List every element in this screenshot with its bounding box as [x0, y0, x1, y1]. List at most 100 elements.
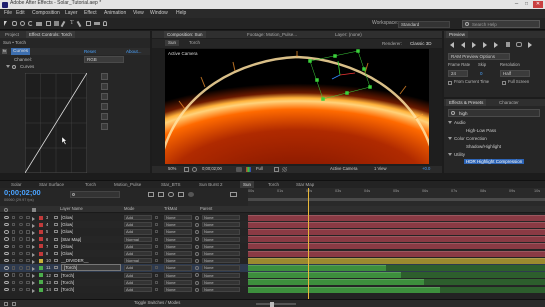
comp-tab-star-surface[interactable]: Star Surface: [36, 181, 67, 188]
shape-tool-icon[interactable]: [54, 21, 59, 26]
shy-icon[interactable]: [168, 192, 174, 197]
layer-twirl-icon[interactable]: [32, 238, 35, 243]
audio-icon[interactable]: [12, 266, 15, 270]
layer-mode-dropdown[interactable]: Add: [124, 215, 152, 221]
menu-animation[interactable]: Animation: [104, 9, 126, 18]
layer-parent-dropdown[interactable]: None: [202, 287, 240, 293]
lock-icon[interactable]: [26, 280, 30, 285]
pick-whip-icon[interactable]: [195, 244, 199, 249]
layer-trkmat-dropdown[interactable]: None: [164, 287, 192, 293]
zoom-dropdown[interactable]: 50%: [168, 166, 176, 172]
loop-icon[interactable]: [516, 42, 522, 47]
layer-duration-bar[interactable]: [248, 279, 424, 286]
eraser-tool-icon[interactable]: [94, 22, 100, 25]
comp-mini-flowchart-icon[interactable]: [148, 192, 154, 197]
solo-icon[interactable]: [19, 222, 23, 227]
prev-frame-icon[interactable]: [461, 42, 465, 48]
layer-parent-dropdown[interactable]: None: [202, 265, 240, 271]
pick-whip-icon[interactable]: [195, 273, 199, 278]
layer-parent-dropdown[interactable]: None: [202, 258, 240, 264]
audio-icon[interactable]: [12, 258, 15, 263]
layer-trkmat-dropdown[interactable]: None: [164, 265, 192, 271]
solo-icon[interactable]: [19, 215, 23, 220]
pick-whip-icon[interactable]: [195, 237, 199, 242]
reset-link[interactable]: Reset: [84, 49, 96, 54]
lock-icon[interactable]: [26, 266, 30, 270]
layer-duration-bar-tail[interactable]: [386, 264, 545, 272]
close-button[interactable]: ✕: [533, 1, 543, 8]
layer-parent-dropdown[interactable]: None: [202, 222, 240, 228]
tab-composition[interactable]: Composition: Sun: [164, 31, 206, 38]
comp-tab-sun[interactable]: Sun: [240, 181, 255, 188]
lock-icon[interactable]: [26, 230, 30, 234]
play-icon[interactable]: [472, 42, 476, 48]
show-channel-icon[interactable]: [246, 167, 251, 172]
layer-row[interactable]: 11 [Torch] Add None None: [0, 264, 545, 272]
pen-tool-icon[interactable]: [60, 20, 66, 28]
pick-whip-icon[interactable]: [195, 215, 199, 220]
menu-effect[interactable]: Effect: [84, 9, 97, 18]
layer-mode-dropdown[interactable]: Add: [124, 265, 152, 271]
about-link[interactable]: About...: [126, 49, 142, 54]
views-dropdown[interactable]: 1 View: [374, 166, 387, 172]
col-layer-name[interactable]: Layer Name: [60, 206, 83, 212]
col-trkmat[interactable]: TrkMat: [164, 206, 177, 212]
from-current-checkbox[interactable]: [448, 81, 452, 85]
layer-trkmat-dropdown[interactable]: None: [164, 258, 192, 264]
fx-badge[interactable]: fx: [2, 48, 8, 54]
layer-duration-bar-tail[interactable]: [440, 286, 545, 293]
type-tool-icon[interactable]: T: [70, 20, 74, 27]
layer-parent-dropdown[interactable]: None: [202, 272, 240, 278]
layer-parent-dropdown[interactable]: None: [202, 243, 240, 249]
layer-label-swatch[interactable]: [39, 229, 43, 234]
layer-label-swatch[interactable]: [39, 287, 43, 292]
solo-icon[interactable]: [19, 280, 23, 285]
solo-icon[interactable]: [19, 237, 23, 241]
hand-tool-icon[interactable]: [12, 21, 17, 26]
mask-icon[interactable]: [192, 167, 197, 172]
work-area-bar[interactable]: [248, 198, 545, 201]
draft-3d-icon[interactable]: [158, 192, 164, 197]
timeline-search-field[interactable]: [70, 191, 120, 198]
menu-layer[interactable]: Layer: [65, 9, 78, 18]
first-frame-icon[interactable]: [450, 42, 454, 48]
layer-duration-bar[interactable]: [248, 257, 545, 264]
layer-name[interactable]: [Glow]: [61, 228, 73, 235]
preserve-transparency-icon[interactable]: [155, 216, 158, 219]
audio-icon[interactable]: [12, 237, 15, 241]
layer-trkmat-dropdown[interactable]: None: [164, 251, 192, 257]
menu-file[interactable]: File: [4, 9, 12, 18]
layer-row[interactable]: 13 [Torch] Add None None: [0, 278, 545, 286]
zoom-slider-thumb[interactable]: [270, 301, 274, 307]
mute-audio-icon[interactable]: [506, 42, 510, 47]
camera-tool-icon[interactable]: [36, 22, 42, 26]
skip-value[interactable]: 0: [480, 71, 483, 76]
preserve-transparency-icon[interactable]: [155, 230, 158, 234]
layer-duration-bar[interactable]: [248, 221, 545, 228]
layer-row[interactable]: 3 [Glow] Add None None: [0, 214, 545, 222]
audio-icon[interactable]: [12, 215, 15, 220]
solo-icon[interactable]: [19, 266, 23, 270]
menu-window[interactable]: Window: [150, 9, 168, 18]
menu-view[interactable]: View: [133, 9, 144, 18]
layer-label-swatch[interactable]: [39, 265, 43, 270]
layer-row[interactable]: 5 [Glow] Add None None: [0, 228, 545, 236]
layer-twirl-icon[interactable]: [32, 274, 35, 279]
visibility-eye-icon[interactable]: [4, 230, 9, 234]
col-mode[interactable]: Mode: [124, 206, 134, 212]
selection-tool-icon[interactable]: [4, 21, 7, 26]
layer-row[interactable]: 14 [Torch] Add None None: [0, 286, 545, 294]
ram-preview-icon[interactable]: [528, 42, 532, 48]
preserve-transparency-icon[interactable]: [155, 273, 158, 277]
layer-label-swatch[interactable]: [39, 251, 43, 256]
layer-trkmat-dropdown[interactable]: None: [164, 279, 192, 285]
layer-trkmat-dropdown[interactable]: None: [164, 215, 192, 221]
layer-twirl-icon[interactable]: [32, 288, 35, 293]
layer-row[interactable]: 7 [Glow] Add None None: [0, 242, 545, 250]
audio-icon[interactable]: [12, 287, 15, 292]
layer-parent-dropdown[interactable]: None: [202, 229, 240, 235]
zoom-slider[interactable]: [256, 301, 296, 307]
audio-icon[interactable]: [12, 251, 15, 256]
ram-preview-options-dropdown[interactable]: RAM Preview Options: [448, 53, 510, 60]
preserve-transparency-icon[interactable]: [155, 259, 158, 263]
